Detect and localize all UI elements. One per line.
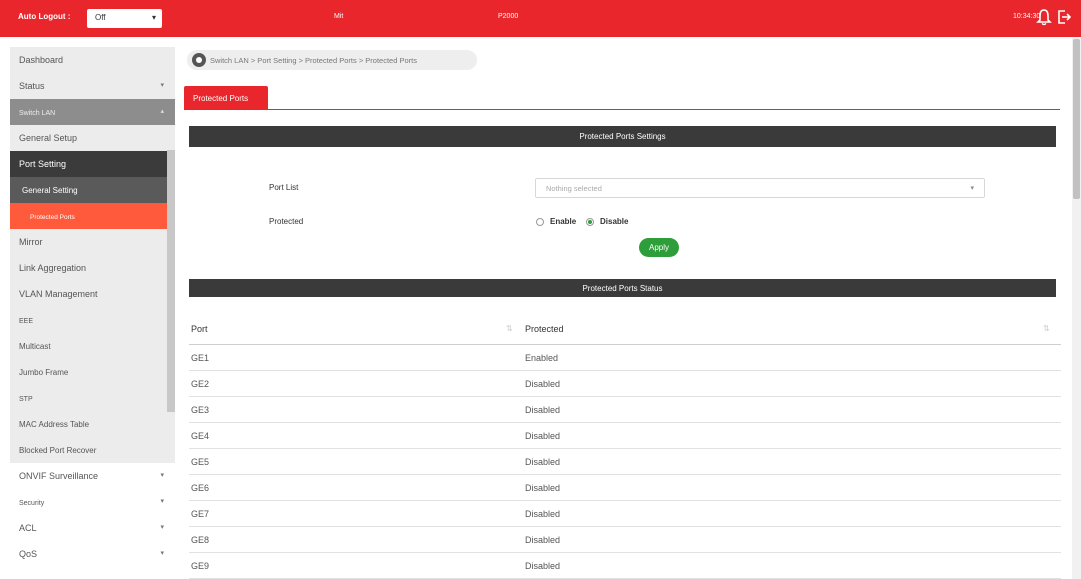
sidebar-item-port-setting[interactable]: Port Setting [10, 151, 175, 177]
breadcrumb-text: Switch LAN > Port Setting > Protected Po… [210, 56, 417, 65]
column-header-port[interactable]: Port [191, 324, 208, 334]
table-row: GE3 Disabled [189, 397, 1061, 423]
sort-icon[interactable]: ⇅ [506, 324, 513, 333]
chevron-down-icon: ▾ [160, 82, 164, 89]
apply-button[interactable]: Apply [639, 238, 679, 257]
chevron-down-icon: ▾ [151, 13, 156, 22]
table-row: GE8 Disabled [189, 527, 1061, 553]
table-row: GE4 Disabled [189, 423, 1061, 449]
sidebar-item-qos[interactable]: QoS ▾ [10, 541, 175, 567]
chevron-down-icon: ▾ [160, 472, 164, 479]
enable-radio[interactable] [536, 218, 544, 226]
sidebar-item-security[interactable]: Security ▾ [10, 489, 175, 515]
home-icon[interactable] [192, 53, 206, 67]
page-scrollbar-thumb[interactable] [1073, 39, 1080, 199]
chevron-down-icon: ▾ [970, 185, 974, 192]
sidebar-item-eee[interactable]: EEE [10, 307, 175, 333]
chevron-down-icon: ▾ [160, 550, 164, 557]
sidebar-item-protected-ports[interactable]: Protected Ports [10, 203, 175, 229]
sidebar-item-link-aggregation[interactable]: Link Aggregation [10, 255, 175, 281]
tab-protected-ports[interactable]: Protected Ports [184, 86, 268, 110]
sort-icon[interactable]: ⇅ [1043, 324, 1050, 333]
sidebar-item-acl[interactable]: ACL ▾ [10, 515, 175, 541]
sidebar-item-general-setting[interactable]: General Setting [10, 177, 175, 203]
sidebar-item-switch-lan[interactable]: Switch LAN ▴ [10, 99, 175, 125]
sidebar-scrollbar[interactable] [167, 150, 175, 412]
sidebar-item-general-setup[interactable]: General Setup [10, 125, 175, 151]
table-row: GE9 Disabled [189, 553, 1061, 579]
sidebar-item-vlan-management[interactable]: VLAN Management [10, 281, 175, 307]
column-header-protected[interactable]: Protected [525, 324, 564, 334]
settings-header: Protected Ports Settings [189, 126, 1056, 147]
auto-logout-select[interactable]: Off ▾ [87, 9, 162, 28]
disable-radio[interactable] [586, 218, 594, 226]
sidebar-item-dashboard[interactable]: Dashboard [10, 47, 175, 73]
auto-logout-value: Off [95, 13, 106, 22]
page-scrollbar[interactable] [1072, 37, 1081, 579]
table-row: GE6 Disabled [189, 475, 1061, 501]
port-list-label: Port List [269, 183, 299, 192]
enable-radio-label[interactable]: Enable [550, 217, 576, 226]
breadcrumb: Switch LAN > Port Setting > Protected Po… [187, 50, 477, 70]
model-text-left: Mit [334, 13, 344, 20]
sidebar-item-mirror[interactable]: Mirror [10, 229, 175, 255]
port-list-placeholder: Nothing selected [546, 184, 602, 193]
table-row: GE5 Disabled [189, 449, 1061, 475]
sidebar-item-jumbo-frame[interactable]: Jumbo Frame [10, 359, 175, 385]
auto-logout-label: Auto Logout : [18, 12, 71, 21]
table-row: GE1 Enabled [189, 345, 1061, 371]
logout-icon[interactable] [1056, 7, 1072, 27]
sidebar-item-multicast[interactable]: Multicast [10, 333, 175, 359]
table-row: GE2 Disabled [189, 371, 1061, 397]
chevron-up-icon: ▴ [160, 108, 164, 115]
sidebar-item-status[interactable]: Status ▾ [10, 73, 175, 99]
protected-label: Protected [269, 217, 304, 226]
tab-underline [184, 109, 1060, 110]
chevron-down-icon: ▾ [160, 524, 164, 531]
model-text-right: P2000 [498, 13, 519, 20]
bell-icon[interactable] [1036, 7, 1052, 27]
top-bar: Auto Logout : Off ▾ Mit P2000 10:34:30 [0, 0, 1081, 37]
status-header: Protected Ports Status [189, 279, 1056, 297]
disable-radio-label[interactable]: Disable [600, 217, 628, 226]
table-row: GE7 Disabled [189, 501, 1061, 527]
chevron-down-icon: ▾ [160, 498, 164, 505]
sidebar-item-mac-address-table[interactable]: MAC Address Table [10, 411, 175, 437]
port-list-select[interactable]: Nothing selected ▾ [535, 178, 985, 198]
sidebar-item-onvif-surveillance[interactable]: ONVIF Surveillance ▾ [10, 463, 175, 489]
sidebar-item-stp[interactable]: STP [10, 385, 175, 411]
sidebar-item-blocked-port-recover[interactable]: Blocked Port Recover [10, 437, 175, 463]
